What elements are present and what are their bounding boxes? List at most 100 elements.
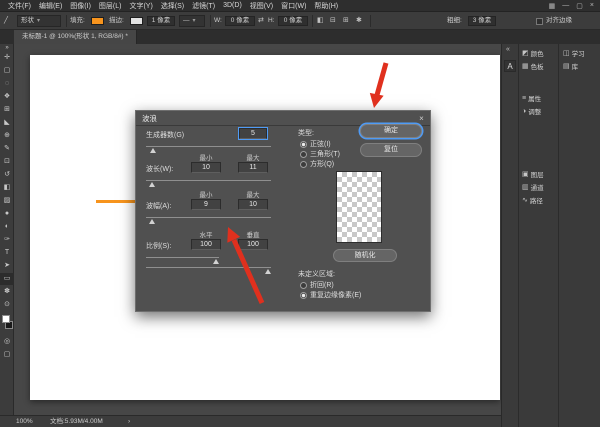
stroke-swatch[interactable] [130,17,143,25]
type-triangle-radio[interactable]: 三角形(T) [300,149,340,159]
channels-panel-label: 通道 [531,182,544,192]
reset-button[interactable]: 复位 [360,143,422,157]
separator [370,15,371,27]
quick-select-tool[interactable]: ❖ [0,91,14,103]
marquee-tool[interactable]: ▢ [0,65,14,77]
menu-type[interactable]: 文字(Y) [125,1,156,11]
divider [558,44,559,427]
wavelength-slider[interactable] [146,180,271,188]
slider-thumb[interactable] [149,219,155,224]
randomize-button[interactable]: 随机化 [333,249,397,262]
scale-vertical-slider[interactable] [146,267,271,275]
scale-horizontal-slider[interactable] [146,257,219,265]
menubar: 文件(F) 编辑(E) 图像(I) 图层(L) 文字(Y) 选择(S) 滤镜(T… [0,0,600,12]
crop-tool[interactable]: ⊞ [0,104,14,116]
shape-width-field[interactable]: 0 像素 [225,16,255,26]
dodge-tool[interactable]: ◐ [0,221,14,233]
ok-button[interactable]: 确定 [360,124,422,138]
eraser-tool[interactable]: ◧ [0,182,14,194]
stroke-width-field[interactable]: 1 像素 [147,16,175,26]
scale-horizontal-field[interactable]: 100 [191,239,221,250]
menu-3d[interactable]: 3D(D) [219,2,246,9]
clone-stamp-tool[interactable]: ⊡ [0,156,14,168]
history-brush-tool[interactable]: ↺ [0,169,14,181]
tool-mode-dropdown[interactable]: 形状 [17,15,61,27]
pen-tool[interactable]: ✑ [0,234,14,246]
gradient-tool[interactable]: ▨ [0,195,14,207]
panel-tab-color[interactable]: ◩ 颜色 [520,47,558,59]
healing-brush-tool[interactable]: ⊕ [0,130,14,142]
menu-help[interactable]: 帮助(H) [310,1,342,11]
close-icon[interactable]: × [590,2,594,10]
radio-icon [300,282,307,289]
maximize-icon[interactable]: ▢ [576,2,583,10]
options-bar: ╱ 形状 填充: 描边: 1 像素 — W: 0 像素 ⇄ H: 0 像素 ◧ … [0,12,600,30]
panel-tab-paths[interactable]: ∿ 路径 [520,194,558,206]
quick-mask-icon[interactable]: ◎ [0,336,14,348]
hand-tool[interactable]: ✽ [0,286,14,298]
generators-slider[interactable] [146,146,271,154]
type-tool[interactable]: T [0,247,14,259]
slider-thumb[interactable] [150,148,156,153]
menu-layer[interactable]: 图层(L) [95,1,126,11]
foreground-color-swatch[interactable] [2,315,10,323]
panel-tab-adjustments[interactable]: ◑ 调整 [520,105,558,117]
path-arrangement-icon[interactable]: ⊞ [343,12,349,30]
panel-tab-swatches[interactable]: ▦ 色板 [520,60,558,72]
menu-image[interactable]: 图像(I) [66,1,95,11]
scale-vertical-field[interactable]: 100 [238,239,268,250]
panel-tab-libraries[interactable]: ▤ 库 [561,60,599,72]
minimize-icon[interactable]: — [562,2,569,10]
amplitude-min-field[interactable]: 9 [191,199,221,210]
brush-tool[interactable]: ✎ [0,143,14,155]
menu-file[interactable]: 文件(F) [4,1,35,11]
adjustments-panel-label: 调整 [528,106,541,116]
zoom-level[interactable]: 100% [16,416,33,427]
shape-height-field[interactable]: 0 像素 [278,16,308,26]
slider-thumb[interactable] [265,269,271,274]
link-dimensions-icon[interactable]: ⇄ [258,12,264,30]
path-operations-icon[interactable]: ◧ [317,12,324,30]
panel-tab-properties[interactable]: ≡ 属性 [520,92,558,104]
menu-filter[interactable]: 滤镜(T) [188,1,219,11]
blur-tool[interactable]: ● [0,208,14,220]
lasso-tool[interactable]: ◌ [0,78,14,90]
path-alignment-icon[interactable]: ⊟ [330,12,336,30]
generators-field[interactable]: 5 [239,128,267,139]
slider-thumb[interactable] [213,259,219,264]
weight-field[interactable]: 3 像素 [468,16,496,26]
move-tool[interactable]: ✛ [0,52,14,64]
amplitude-slider[interactable] [146,217,271,225]
screen-mode-icon[interactable]: ▢ [0,349,14,361]
panel-tab-channels[interactable]: ▥ 通道 [520,181,558,193]
character-panel-icon[interactable]: A [504,60,516,72]
menu-edit[interactable]: 编辑(E) [35,1,66,11]
type-square-radio[interactable]: 方形(Q) [300,159,334,169]
menu-select[interactable]: 选择(S) [157,1,188,11]
type-sine-radio[interactable]: 正弦(I) [300,139,331,149]
tools-panel: » ✛ ▢ ◌ ❖ ⊞ ◣ ⊕ ✎ ⊡ ↺ ◧ ▨ ● ◐ ✑ T ➤ ▭ ✽ … [0,44,14,415]
eyedropper-tool[interactable]: ◣ [0,117,14,129]
panel-tab-learn[interactable]: ◫ 学习 [561,47,599,59]
shape-tool[interactable]: ▭ [0,273,14,285]
align-edges-checkbox[interactable] [536,18,543,25]
fill-swatch[interactable] [91,17,104,25]
collapse-panels-icon[interactable]: « [506,46,510,53]
layers-panel-label: 图层 [531,169,544,179]
wavelength-min-field[interactable]: 10 [191,162,221,173]
slider-thumb[interactable] [149,182,155,187]
path-select-tool[interactable]: ➤ [0,260,14,272]
wrap-around-radio[interactable]: 折回(R) [300,280,334,290]
panel-tab-layers[interactable]: ▣ 图层 [520,168,558,180]
status-chevron-icon[interactable]: › [128,416,130,427]
repeat-edge-pixels-radio[interactable]: 重复边缘像素(E) [300,290,361,300]
document-tab[interactable]: 未标题-1 @ 100%(形状 1, RGB/8#) * [14,30,137,44]
gear-icon[interactable]: ✱ [356,12,362,30]
amplitude-max-field[interactable]: 10 [238,199,268,210]
stroke-style-dropdown[interactable]: — [179,15,205,27]
menu-window[interactable]: 窗口(W) [277,1,310,11]
wavelength-max-field[interactable]: 11 [238,162,268,173]
workspace-icon[interactable]: ▦ [549,2,556,10]
zoom-tool[interactable]: ⊙ [0,299,14,311]
menu-view[interactable]: 视图(V) [246,1,277,11]
